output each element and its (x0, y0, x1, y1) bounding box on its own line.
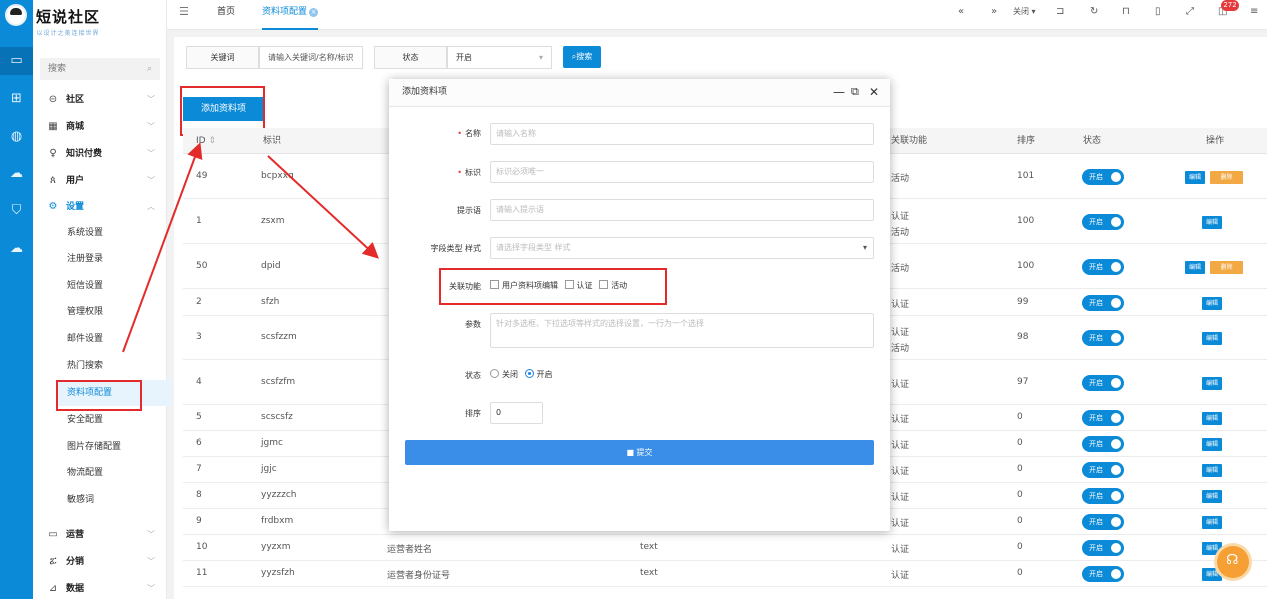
headset-icon: ☊ (1226, 552, 1239, 568)
arrow-to-add-button (122, 142, 203, 353)
app: ▭ ⊞ ◍ ☁ ⛉ ☁ 短说社区 以设计之美连接世界 搜索 ⌕ ⊝ 社区 ﹀ ▦ 商城 ﹀… (0, 0, 1267, 599)
arrow-to-dialog (267, 155, 379, 259)
annotation-arrows (122, 142, 379, 353)
help-float-button[interactable]: ☊ (1217, 546, 1249, 578)
